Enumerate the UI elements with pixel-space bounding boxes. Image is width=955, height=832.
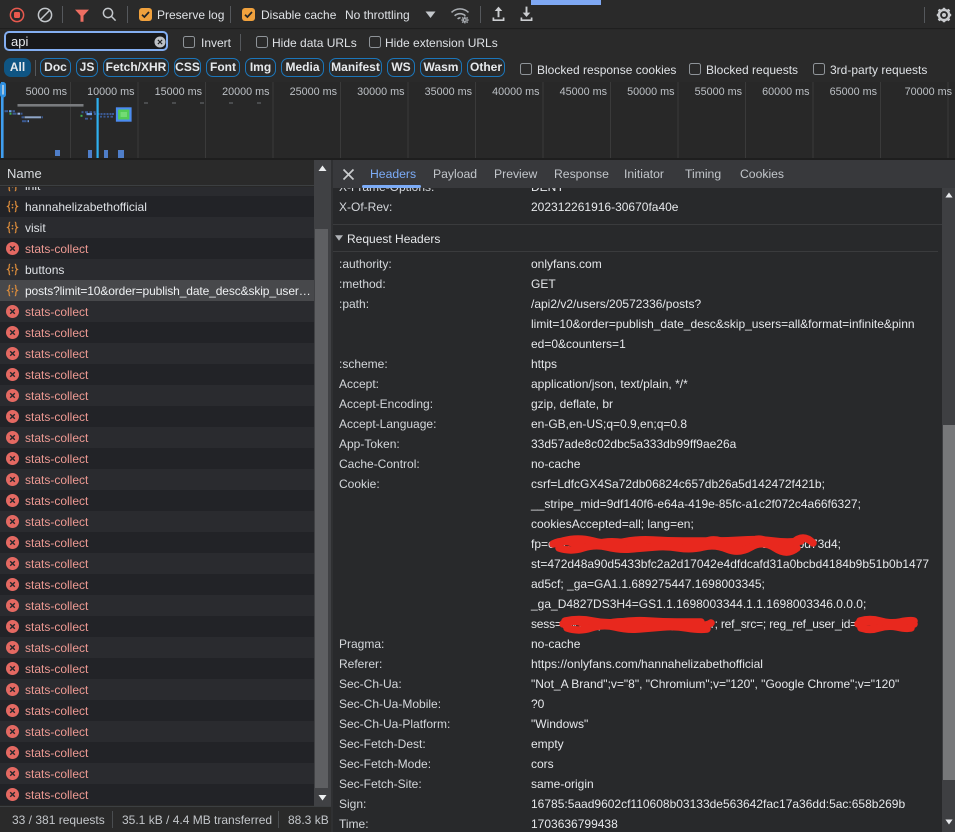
svg-text:20000 ms: 20000 ms	[222, 86, 270, 98]
svg-text:60000 ms: 60000 ms	[762, 86, 810, 98]
svg-text:5000 ms: 5000 ms	[26, 86, 68, 98]
svg-text:10000 ms: 10000 ms	[87, 86, 135, 98]
svg-text:25000 ms: 25000 ms	[290, 86, 338, 98]
svg-text:50000 ms: 50000 ms	[627, 86, 675, 98]
svg-text:70000 ms: 70000 ms	[905, 86, 953, 98]
svg-text:30000 ms: 30000 ms	[357, 86, 405, 98]
svg-text:15000 ms: 15000 ms	[155, 86, 203, 98]
svg-text:40000 ms: 40000 ms	[492, 86, 540, 98]
svg-text:35000 ms: 35000 ms	[425, 86, 473, 98]
svg-text:45000 ms: 45000 ms	[560, 86, 608, 98]
svg-text:55000 ms: 55000 ms	[695, 86, 743, 98]
svg-text:65000 ms: 65000 ms	[830, 86, 878, 98]
